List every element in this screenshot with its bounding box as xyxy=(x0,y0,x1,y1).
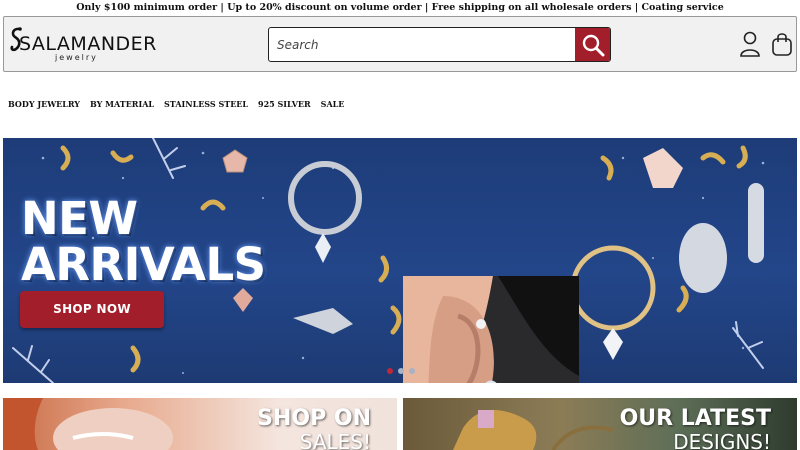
search-icon xyxy=(582,34,605,57)
hero-title-line2: ARRIVALS xyxy=(21,238,266,291)
announcement-bar: Only $100 minimum order | Up to 20% disc… xyxy=(76,2,724,13)
user-icon[interactable] xyxy=(739,31,761,57)
main-nav: BODY JEWELRY BY MATERIAL STAINLESS STEEL… xyxy=(8,99,344,109)
promo-designs-title: OUR LATEST xyxy=(619,406,771,431)
logo-wordmark: SALAMANDER xyxy=(19,33,157,55)
hero-model-photo xyxy=(403,276,579,383)
nav-925-silver[interactable]: 925 SILVER xyxy=(258,99,311,109)
nav-by-material[interactable]: BY MATERIAL xyxy=(90,99,154,109)
search-box xyxy=(268,27,611,62)
carousel-dots xyxy=(387,368,415,374)
promo-sales[interactable]: SHOP ON SALES! xyxy=(3,398,397,450)
shop-now-button[interactable]: SHOP NOW xyxy=(20,291,164,328)
hero-title: NEW ARRIVALS xyxy=(21,196,266,288)
promo-designs[interactable]: OUR LATEST DESIGNS! xyxy=(403,398,797,450)
hero-banner[interactable]: NEW ARRIVALS SHOP NOW xyxy=(3,138,797,383)
nav-stainless-steel[interactable]: STAINLESS STEEL xyxy=(164,99,248,109)
logo-tagline: jewelry xyxy=(55,53,98,62)
nav-body-jewelry[interactable]: BODY JEWELRY xyxy=(8,99,80,109)
site-header: SALAMANDER jewelry xyxy=(3,16,797,72)
promo-designs-subtitle: DESIGNS! xyxy=(673,430,771,450)
carousel-dot-3[interactable] xyxy=(409,368,415,374)
search-input[interactable] xyxy=(269,28,575,61)
nav-sale[interactable]: SALE xyxy=(321,99,345,109)
hero-title-line1: NEW xyxy=(21,192,138,245)
logo[interactable]: SALAMANDER jewelry xyxy=(8,26,156,64)
carousel-dot-1[interactable] xyxy=(387,368,393,374)
ear-photo-image xyxy=(403,276,579,383)
cart-icon[interactable] xyxy=(770,31,794,57)
carousel-dot-2[interactable] xyxy=(398,368,404,374)
promo-sales-subtitle: SALES! xyxy=(299,430,371,450)
search-button[interactable] xyxy=(575,28,610,61)
promo-sales-title: SHOP ON xyxy=(257,406,371,431)
